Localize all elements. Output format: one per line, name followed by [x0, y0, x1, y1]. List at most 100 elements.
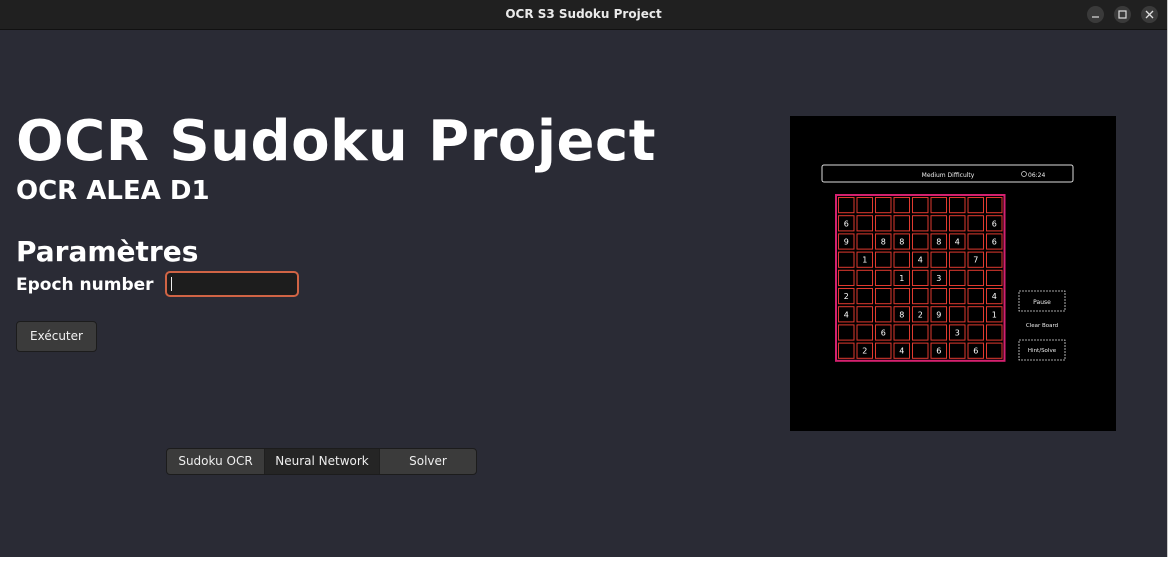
preview-grid-cell: [967, 324, 984, 341]
preview-grid-cell: [949, 342, 966, 359]
close-button[interactable]: [1141, 6, 1158, 23]
preview-grid-cell: [930, 324, 947, 341]
preview-grid-cell: [967, 306, 984, 323]
preview-grid-digit: 1: [899, 274, 904, 283]
preview-grid-digit: 1: [992, 310, 997, 319]
tab-solver[interactable]: Solver: [379, 449, 476, 474]
tab-sudoku-ocr[interactable]: Sudoku OCR: [167, 449, 265, 474]
preview-grid-digit: 6: [992, 219, 997, 228]
preview-grid-cell: [838, 251, 855, 268]
preview-grid-cell: [856, 215, 873, 232]
preview-difficulty-label: Medium Difficulty: [922, 172, 975, 179]
preview-grid-cell: [986, 324, 1003, 341]
preview-grid-digit: 2: [918, 310, 923, 319]
maximize-icon: [1118, 10, 1127, 19]
preview-grid-digit: 8: [899, 310, 904, 319]
preview-grid-cell: [856, 306, 873, 323]
minimize-button[interactable]: [1087, 6, 1104, 23]
preview-grid-cell: [875, 306, 892, 323]
preview-grid-cell: [949, 251, 966, 268]
preview-grid-cell: [986, 197, 1003, 214]
sudoku-preview-canvas: Medium Difficulty 06:24 6 6 9 8 8 8 4 6 1 4 7 1 3 2 4 4…: [821, 164, 1074, 362]
preview-grid-cell: [856, 324, 873, 341]
preview-grid-cell: [967, 197, 984, 214]
text-caret: [171, 277, 172, 291]
preview-grid-cell: [856, 233, 873, 250]
page-subtitle: OCR ALEA D1: [16, 176, 210, 206]
tab-neural-network[interactable]: Neural Network: [265, 449, 379, 474]
preview-timer: 06:24: [1028, 172, 1045, 179]
preview-grid-digit: 4: [899, 347, 904, 356]
preview-clock-icon: [1021, 171, 1027, 177]
sudoku-preview-image: Medium Difficulty 06:24 6 6 9 8 8 8 4 6 1 4 7 1 3 2 4 4…: [790, 116, 1116, 431]
minimize-icon: [1092, 16, 1099, 18]
preview-grid-cell: [912, 342, 929, 359]
preview-pause-label: Pause: [1033, 299, 1051, 306]
preview-grid-cell: [930, 197, 947, 214]
preview-grid-cell: [893, 197, 910, 214]
preview-grid-cell: [930, 288, 947, 305]
preview-grid-cell: [967, 269, 984, 287]
title-bar[interactable]: OCR S3 Sudoku Project: [0, 0, 1167, 30]
tab-switcher: Sudoku OCR Neural Network Solver: [166, 448, 477, 475]
preview-grid-digit: 4: [844, 310, 849, 319]
preview-grid-cell: [912, 288, 929, 305]
preview-grid-digit: 8: [936, 238, 941, 247]
preview-grid-cell: [986, 269, 1003, 287]
preview-grid-cell: [986, 251, 1003, 268]
preview-grid-digit: 3: [936, 274, 941, 283]
preview-grid-cell: [893, 251, 910, 268]
epoch-number-label: Epoch number: [16, 275, 154, 295]
preview-clear-label: Clear Board: [1026, 323, 1058, 329]
app-window: OCR S3 Sudoku Project OCR Sudoku Project…: [0, 0, 1168, 557]
preview-grid-cell: [930, 215, 947, 232]
preview-grid-cell: [912, 197, 929, 214]
preview-grid-cell: [875, 251, 892, 268]
execute-button[interactable]: Exécuter: [16, 321, 97, 352]
preview-grid-digit: 4: [955, 238, 960, 247]
preview-grid-cell: [949, 215, 966, 232]
preview-grid-cell: [893, 324, 910, 341]
screen-edge: [0, 557, 1170, 562]
page-title: OCR Sudoku Project: [16, 109, 656, 174]
preview-grid-cell: [949, 269, 966, 287]
preview-grid-digit: 8: [899, 238, 904, 247]
preview-grid-cell: [930, 251, 947, 268]
preview-grid-digit: 6: [881, 329, 886, 338]
preview-grid-border: [835, 194, 1006, 362]
preview-hint-label: Hint/Solve: [1028, 348, 1057, 354]
preview-grid-cell: [967, 233, 984, 250]
preview-grid-digit: 4: [918, 256, 923, 265]
preview-grid-digit: 3: [955, 329, 960, 338]
preview-grid-digit: 2: [862, 347, 867, 356]
preview-grid-digit: 8: [881, 238, 886, 247]
preview-grid-cell: [875, 288, 892, 305]
preview-grid-cell: [875, 215, 892, 232]
epoch-number-input[interactable]: [165, 271, 299, 297]
preview-grid-cell: [856, 197, 873, 214]
preview-grid-digit: 6: [992, 238, 997, 247]
preview-grid-cell: [912, 233, 929, 250]
preview-grid-digit: 6: [844, 219, 849, 228]
window-title: OCR S3 Sudoku Project: [505, 7, 662, 21]
preview-grid-cell: [949, 197, 966, 214]
preview-grid-cell: [875, 197, 892, 214]
preview-grid-cell: [912, 269, 929, 287]
preview-grid-cell: [949, 306, 966, 323]
preview-grid-digit: 6: [936, 347, 941, 356]
preview-grid-cell: [967, 288, 984, 305]
preview-grid-digit: 7: [973, 256, 978, 265]
preview-grid-digit: 9: [844, 238, 849, 247]
params-heading: Paramètres: [16, 235, 199, 268]
preview-grid-cell: [838, 342, 855, 359]
maximize-button[interactable]: [1114, 6, 1131, 23]
preview-grid-cell: [893, 288, 910, 305]
preview-grid-cell: [893, 215, 910, 232]
preview-sudoku-grid: 6 69 8 8 8 4 61 4 71 32 44 8 2 9 16 32 4 6 6: [835, 194, 1006, 362]
close-icon: [1145, 10, 1154, 19]
preview-grid-digit: 4: [992, 292, 997, 301]
preview-grid-cell: [949, 288, 966, 305]
preview-grid-cell: [838, 269, 855, 287]
preview-grid-digit: 6: [973, 347, 978, 356]
preview-grid-cell: [967, 215, 984, 232]
